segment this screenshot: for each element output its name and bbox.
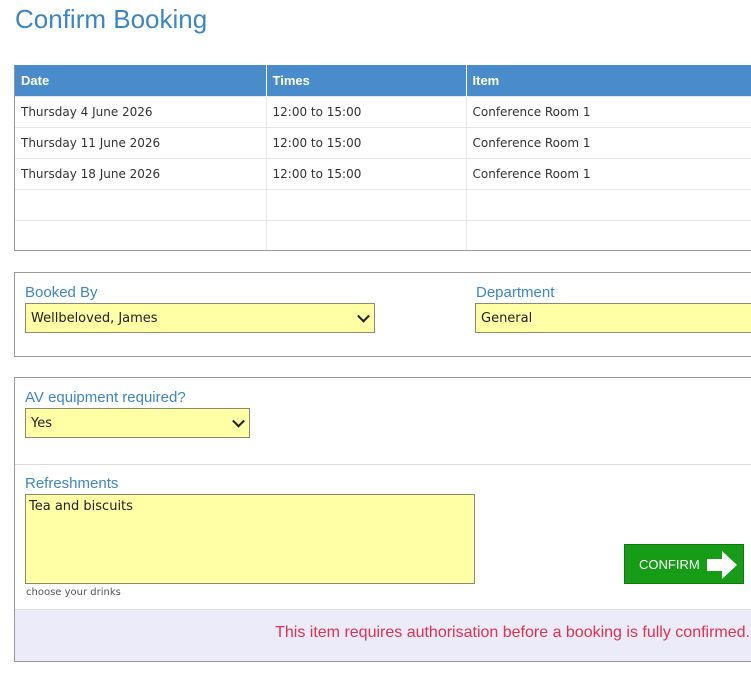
table-row-empty bbox=[15, 220, 751, 250]
department-field[interactable]: General bbox=[475, 303, 751, 333]
av-equipment-label: AV equipment required? bbox=[25, 389, 186, 406]
table-row[interactable]: Thursday 18 June 2026 12:00 to 15:00 Con… bbox=[15, 158, 751, 190]
date-cell: Thursday 11 June 2026 bbox=[15, 127, 266, 159]
item-cell bbox=[465, 220, 751, 250]
notice-bar: This item requires authorisation before … bbox=[15, 609, 751, 661]
item-cell: Conference Room 1 bbox=[465, 96, 751, 128]
table-row[interactable]: Thursday 11 June 2026 12:00 to 15:00 Con… bbox=[15, 127, 751, 159]
confirm-button[interactable]: CONFIRM bbox=[624, 544, 744, 584]
confirm-label: CONFIRM bbox=[639, 556, 700, 572]
item-cell bbox=[465, 189, 751, 221]
booking-table: Date Times Item Thursday 4 June 2026 12:… bbox=[14, 65, 751, 251]
arrow-right-icon bbox=[707, 551, 737, 579]
date-cell: Thursday 18 June 2026 bbox=[15, 158, 266, 190]
column-header-item[interactable]: Item bbox=[465, 65, 751, 97]
refreshments-textarea[interactable]: Tea and biscuits bbox=[25, 494, 475, 584]
department-value: General bbox=[481, 310, 533, 326]
page-title: Confirm Booking bbox=[15, 4, 208, 34]
refreshments-label: Refreshments bbox=[25, 475, 119, 492]
table-row-empty bbox=[15, 189, 751, 221]
times-cell bbox=[265, 220, 466, 250]
date-cell bbox=[15, 189, 266, 221]
item-cell: Conference Room 1 bbox=[465, 158, 751, 190]
booked-by-label: Booked By bbox=[25, 284, 98, 301]
chevron-down-icon bbox=[357, 309, 370, 323]
times-cell: 12:00 to 15:00 bbox=[265, 158, 466, 190]
extras-panel: AV equipment required? Yes Refreshments … bbox=[14, 377, 751, 662]
date-cell bbox=[15, 220, 266, 250]
times-cell: 12:00 to 15:00 bbox=[265, 127, 466, 159]
date-cell: Thursday 4 June 2026 bbox=[15, 96, 266, 128]
table-row[interactable]: Thursday 4 June 2026 12:00 to 15:00 Conf… bbox=[15, 96, 751, 128]
column-header-date[interactable]: Date bbox=[15, 65, 266, 97]
av-equipment-select[interactable]: Yes bbox=[25, 408, 250, 438]
times-cell: 12:00 to 15:00 bbox=[265, 96, 466, 128]
authorisation-notice: This item requires authorisation before … bbox=[275, 624, 750, 641]
column-header-times[interactable]: Times bbox=[265, 65, 466, 97]
department-label: Department bbox=[476, 284, 555, 301]
refreshments-hint: choose your drinks bbox=[26, 587, 121, 598]
section-divider bbox=[15, 464, 751, 465]
booker-panel: Booked By Wellbeloved, James Department … bbox=[14, 272, 751, 357]
booked-by-value: Wellbeloved, James bbox=[31, 310, 158, 326]
item-cell: Conference Room 1 bbox=[465, 127, 751, 159]
av-equipment-value: Yes bbox=[31, 415, 52, 431]
chevron-down-icon bbox=[232, 414, 245, 428]
booked-by-select[interactable]: Wellbeloved, James bbox=[25, 303, 375, 333]
times-cell bbox=[265, 189, 466, 221]
table-header-row: Date Times Item bbox=[15, 65, 751, 97]
